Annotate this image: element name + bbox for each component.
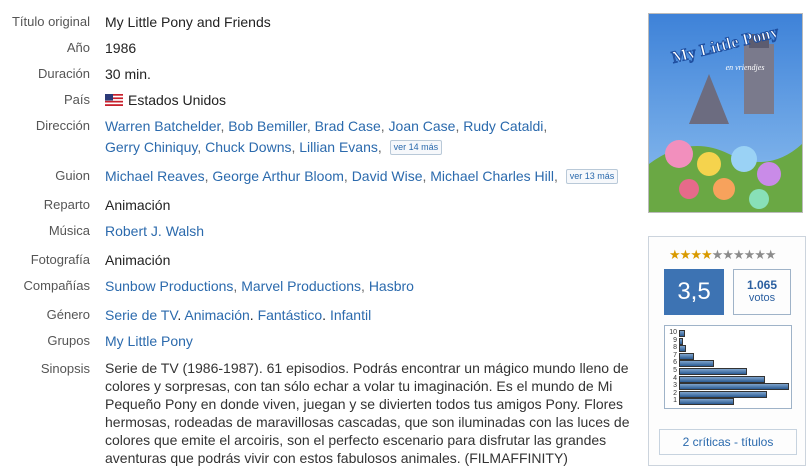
duration-value: 30 min. — [105, 66, 151, 82]
synopsis-text: Serie de TV (1986-1987). 61 episodios. P… — [105, 360, 630, 466]
critics-link[interactable]: 2 críticas - títulos — [659, 429, 797, 455]
original-title: My Little Pony and Friends — [105, 14, 271, 30]
director-link[interactable]: Chuck Downs — [205, 139, 291, 155]
country-value: Estados Unidos — [105, 90, 630, 110]
label-original-title: Título original — [11, 14, 90, 29]
photography-value: Animación — [105, 252, 171, 268]
company-link[interactable]: Sunbow Productions — [105, 278, 233, 294]
rating-histogram: 10 9 8 7 6 5 4 3 2 1 — [664, 325, 792, 409]
star-empty-icon: ★ — [764, 247, 777, 262]
companies-list: Sunbow Productions, Marvel Productions, … — [105, 278, 414, 294]
director-link[interactable]: Brad Case — [315, 118, 381, 134]
star-empty-icon: ★ — [754, 247, 766, 262]
label-country: País — [63, 92, 90, 107]
composer-link[interactable]: Robert J. Walsh — [105, 223, 204, 239]
director-link[interactable]: Gerry Chiniquy — [105, 139, 197, 155]
poster-subtitle-text: en vriendjes — [726, 63, 765, 72]
label-genre: Género — [46, 307, 90, 322]
label-duration: Duración — [37, 66, 90, 81]
year-value: 1986 — [105, 40, 137, 56]
votes-label: votos — [748, 292, 776, 304]
see-more-writers-button[interactable]: ver 13 más — [565, 169, 619, 184]
rating-box: ★★★★★★★★★★ 3,5 1.065 votos 10 9 8 7 6 5 4 3 2 1 2… — [648, 236, 806, 466]
director-link[interactable]: Warren Batchelder — [105, 118, 220, 134]
writer-link[interactable]: George Arthur Bloom — [212, 168, 344, 184]
histogram-row: 2 — [667, 390, 791, 398]
writer-link[interactable]: David Wise — [352, 168, 423, 184]
label-groups: Grupos — [47, 333, 90, 348]
star-empty-icon: ★ — [732, 247, 745, 262]
histogram-row: 10 — [667, 329, 791, 337]
label-music: Música — [48, 223, 90, 238]
company-link[interactable]: Marvel Productions — [241, 278, 361, 294]
genre-link[interactable]: Serie de TV — [105, 307, 177, 323]
label-screenplay: Guion — [55, 168, 90, 183]
histogram-row: 7 — [667, 352, 791, 360]
histogram-row: 8 — [667, 344, 791, 353]
star-empty-icon: ★ — [711, 247, 724, 262]
label-synopsis: Sinopsis — [40, 361, 90, 376]
star-empty-icon: ★ — [722, 247, 734, 262]
country-name: Estados Unidos — [128, 92, 227, 108]
genre-link[interactable]: Infantil — [330, 307, 371, 323]
label-director: Dirección — [35, 118, 90, 133]
average-score: 3,5 — [664, 269, 724, 315]
histogram-bar — [679, 330, 685, 337]
genre-link[interactable]: Animación — [184, 307, 249, 323]
poster-illustration: My Little Pony en vriendjes — [649, 14, 802, 212]
votes-box[interactable]: 1.065 votos — [733, 269, 791, 315]
group-link[interactable]: My Little Pony — [105, 333, 193, 349]
rating-stars: ★★★★★★★★★★ — [669, 247, 777, 263]
poster-image[interactable]: My Little Pony en vriendjes — [648, 13, 803, 213]
director-list: Warren Batchelder, Bob Bemiller, Brad Ca… — [105, 118, 548, 155]
votes-count: 1.065 — [746, 278, 778, 292]
label-companies: Compañías — [23, 278, 90, 293]
histogram-bar — [679, 352, 694, 360]
histogram-row: 6 — [667, 359, 791, 368]
writer-link[interactable]: Michael Reaves — [105, 168, 205, 184]
label-photography: Fotografía — [30, 252, 90, 267]
company-link[interactable]: Hasbro — [369, 278, 414, 294]
histogram-bar — [679, 390, 767, 398]
star-filled-icon: ★ — [669, 247, 681, 262]
director-link[interactable]: Joan Case — [389, 118, 456, 134]
star-filled-icon: ★ — [690, 247, 702, 262]
screenplay-list: Michael Reaves, George Arthur Bloom, Dav… — [105, 166, 630, 186]
genre-link[interactable]: Fantástico — [258, 307, 323, 323]
groups-value: My Little Pony — [105, 331, 630, 351]
histogram-bar — [679, 345, 686, 353]
histogram-row: 5 — [667, 367, 791, 375]
histogram-row: 9 — [667, 337, 791, 345]
us-flag-icon — [105, 94, 123, 106]
histogram-bar — [679, 337, 683, 345]
label-year: Año — [66, 40, 90, 55]
histogram-bar — [679, 398, 734, 406]
genre-list: Serie de TV. Animación. Fantástico. Infa… — [105, 307, 372, 323]
star-filled-icon: ★ — [679, 247, 692, 262]
histogram-bar — [679, 368, 747, 375]
director-link[interactable]: Rudy Cataldi — [463, 118, 543, 134]
director-link[interactable]: Lillian Evans — [299, 139, 378, 155]
see-more-directors-button[interactable]: ver 14 más — [389, 140, 443, 155]
director-link[interactable]: Bob Bemiller — [228, 118, 307, 134]
histogram-row: 3 — [667, 382, 791, 391]
label-cast: Reparto — [43, 197, 90, 212]
music-value: Robert J. Walsh — [105, 221, 630, 241]
star-filled-icon: ★ — [700, 247, 713, 262]
cast-value: Animación — [105, 197, 171, 213]
histogram-bar — [679, 375, 765, 383]
histogram-bar — [679, 383, 789, 391]
histogram-row: 4 — [667, 375, 791, 383]
writer-link[interactable]: Michael Charles Hill — [430, 168, 554, 184]
histogram-label: 1 — [673, 397, 677, 405]
histogram-bar — [679, 360, 714, 368]
histogram-row: 1 — [667, 397, 791, 406]
star-empty-icon: ★ — [743, 247, 756, 262]
